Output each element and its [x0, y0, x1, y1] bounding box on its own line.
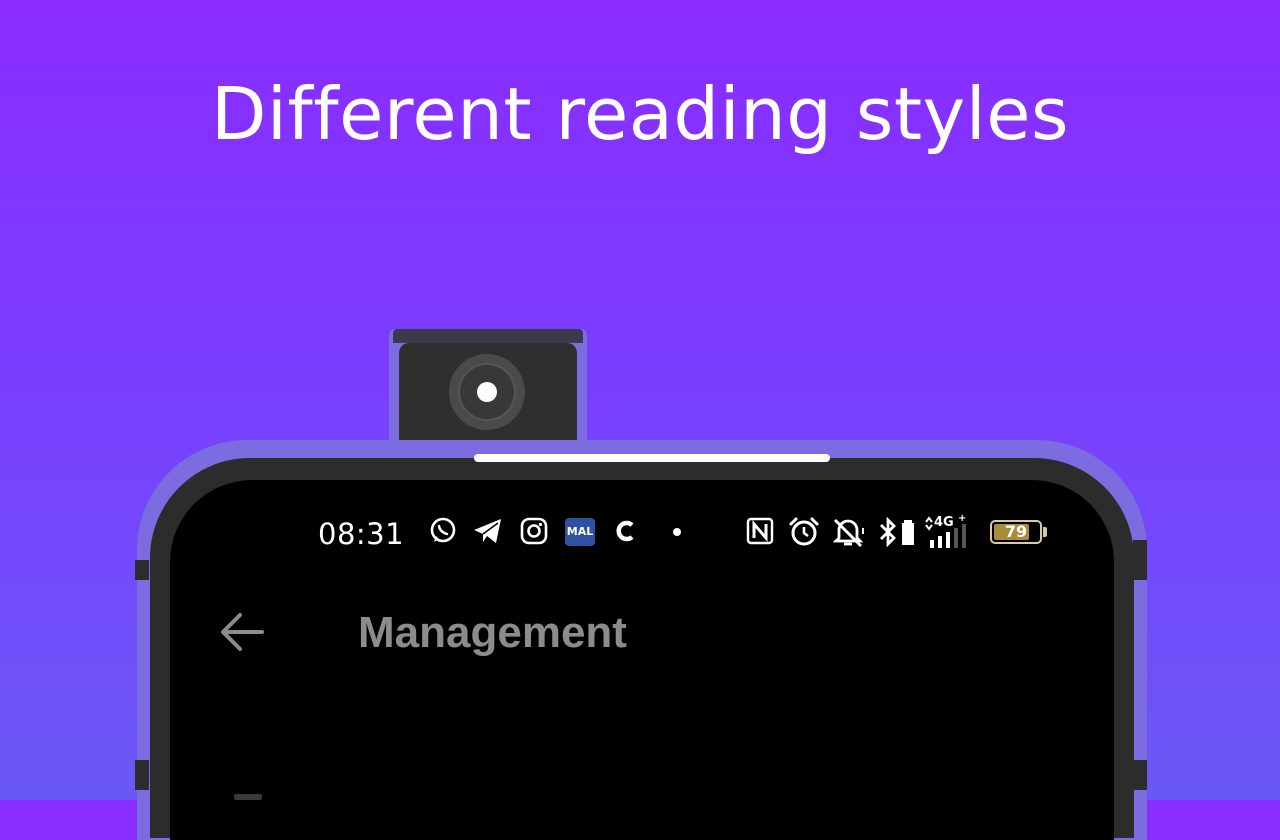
bluetooth-icon — [880, 516, 896, 548]
partial-list-item — [234, 794, 262, 800]
c-app-icon — [616, 520, 634, 542]
battery-indicator: 79 — [990, 520, 1042, 544]
phone-side-button — [1133, 760, 1147, 790]
back-arrow-icon[interactable] — [218, 610, 266, 654]
status-bar: 08:31 MAL 4G + 79 — [170, 480, 1114, 590]
phone-side-button — [1133, 540, 1147, 580]
status-time: 08:31 — [318, 517, 405, 551]
popup-camera-lip — [393, 329, 583, 343]
whatsapp-icon — [430, 517, 456, 543]
phone-screen: 08:31 MAL 4G + 79 Management — [170, 480, 1114, 840]
phone-side-button — [135, 760, 149, 790]
alarm-icon — [789, 517, 819, 546]
nfc-icon — [746, 517, 774, 545]
network-type-label: 4G — [934, 515, 954, 530]
app-bar-title: Management — [358, 608, 627, 657]
phone-speaker — [474, 454, 830, 462]
battery-small-icon — [902, 520, 914, 545]
dot-icon — [673, 528, 681, 536]
headline: Different reading styles — [210, 72, 1070, 156]
mal-icon: MAL — [565, 518, 595, 546]
bell-off-icon — [832, 518, 864, 548]
svg-text:+: + — [958, 513, 966, 524]
phone-side-button — [135, 560, 149, 580]
battery-tip — [1043, 527, 1047, 537]
signal-4g-icon: 4G + — [925, 513, 966, 548]
instagram-icon — [520, 517, 548, 545]
battery-percentage: 79 — [1004, 522, 1028, 541]
telegram-icon — [474, 519, 501, 543]
camera-lens-highlight — [477, 382, 497, 402]
